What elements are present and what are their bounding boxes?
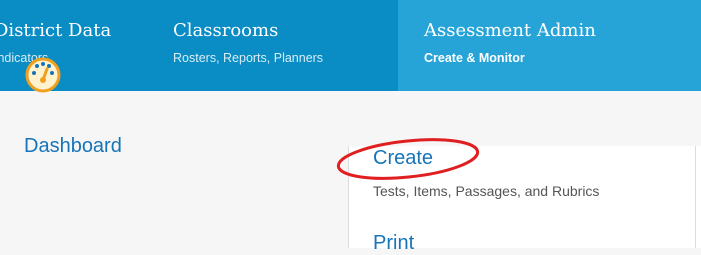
gauge-icon[interactable]	[24, 56, 62, 94]
create-description: Tests, Items, Passages, and Rubrics	[373, 183, 600, 199]
top-navigation-bar: District Data Indicators Classrooms Rost…	[0, 0, 701, 91]
tab-assessment-admin-title: Assessment Admin	[424, 20, 596, 41]
tab-classrooms[interactable]: Classrooms Rosters, Reports, Planners	[173, 0, 383, 91]
panel-divider	[695, 146, 696, 248]
tab-assessment-admin[interactable]: Assessment Admin Create & Monitor	[398, 0, 701, 91]
tab-district-data-title: District Data	[0, 20, 112, 41]
tab-district-data[interactable]: District Data Indicators	[0, 0, 144, 91]
tab-classrooms-subtitle: Rosters, Reports, Planners	[173, 51, 324, 65]
dashboard-panel	[0, 91, 346, 248]
dashboard-link[interactable]: Dashboard	[24, 135, 122, 158]
create-link[interactable]: Create	[373, 147, 433, 170]
tab-classrooms-title: Classrooms	[173, 20, 279, 41]
print-link[interactable]: Print	[373, 232, 414, 255]
tab-assessment-admin-subtitle: Create & Monitor	[424, 51, 525, 65]
